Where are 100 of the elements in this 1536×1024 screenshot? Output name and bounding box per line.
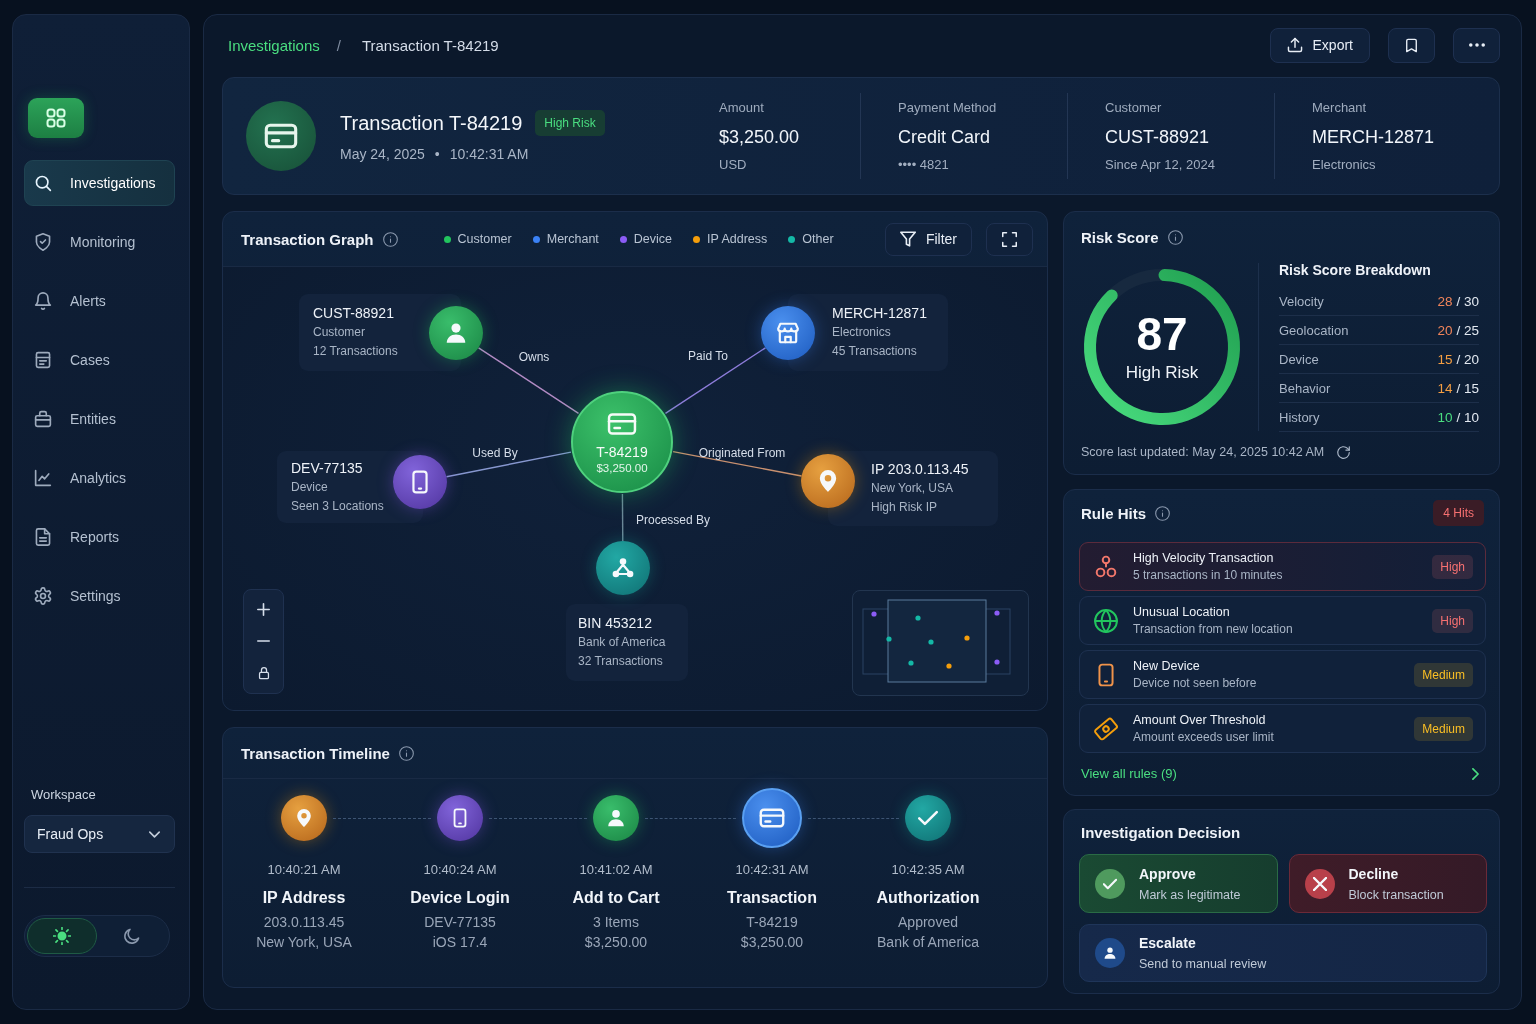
expand-button[interactable] xyxy=(986,222,1033,256)
node-detail: Device xyxy=(291,478,329,496)
breakdown-max: / 15 xyxy=(1456,380,1479,396)
approve-button[interactable]: Approve Mark as legitimate xyxy=(1079,854,1278,913)
transaction-time: 10:42:31 AM xyxy=(449,146,529,162)
escalate-button[interactable]: Escalate Send to manual review xyxy=(1079,924,1487,982)
rule-hit-row[interactable]: Amount Over Threshold Amount exceeds user limit Medium xyxy=(1079,704,1486,753)
event-detail: 3 Items xyxy=(593,913,639,932)
node-detail: New York, USA xyxy=(871,480,955,497)
event-time: 10:40:21 AM xyxy=(267,861,341,879)
event-detail: New York, USA xyxy=(256,933,352,952)
edge-label: Paid To xyxy=(688,349,728,363)
breakdown-score: 14 xyxy=(1437,380,1453,396)
nav-item[interactable]: Settings xyxy=(24,573,175,619)
event-title: Authorization xyxy=(876,888,980,908)
bookmark-button[interactable] xyxy=(1388,27,1435,63)
field-label: Customer xyxy=(1105,98,1163,117)
settings-icon xyxy=(34,587,52,605)
panel-title: Transaction Graph xyxy=(241,230,374,248)
rule-title: Unusual Location xyxy=(1133,605,1231,619)
nav-item[interactable]: Cases xyxy=(24,337,175,383)
field-value: MERCH-12871 xyxy=(1312,125,1436,149)
rule-title: High Velocity Transaction xyxy=(1133,551,1275,565)
more-button[interactable] xyxy=(1453,27,1500,63)
panel-title: Transaction Timeline xyxy=(241,744,390,762)
rule-hit-row[interactable]: Unusual Location Transaction from new location High xyxy=(1079,596,1486,645)
map-pin-icon[interactable] xyxy=(801,454,855,508)
legend-label: IP Address xyxy=(707,232,768,246)
phone-icon[interactable] xyxy=(393,455,447,509)
field-detail: Since Apr 12, 2024 xyxy=(1105,155,1216,174)
node-title: IP 203.0.113.45 xyxy=(871,460,970,479)
field-value: Credit Card xyxy=(898,125,992,149)
event-time: 10:41:02 AM xyxy=(579,861,653,879)
minus-icon xyxy=(257,640,270,643)
event-detail: $3,250.00 xyxy=(740,933,804,952)
node-title: CUST-88921 xyxy=(313,304,395,323)
breakdown-max: / 25 xyxy=(1456,322,1479,338)
decline-button[interactable]: Decline Block transaction xyxy=(1288,854,1487,913)
rule-hit-row[interactable]: High Velocity Transaction 5 transactions in 10 minutes High xyxy=(1079,542,1486,591)
document-icon xyxy=(34,528,52,546)
bell-icon xyxy=(34,292,52,310)
breakdown-label: Behavior xyxy=(1279,380,1331,396)
breakdown-max: / 20 xyxy=(1456,351,1479,367)
route-icon xyxy=(1094,554,1118,579)
event-detail: T-84219 xyxy=(746,913,798,932)
breakdown-title: Risk Score Breakdown xyxy=(1279,262,1432,278)
workspace-select[interactable]: Fraud Ops xyxy=(24,815,175,853)
export-button[interactable]: Export xyxy=(1269,27,1370,63)
event-detail: Bank of America xyxy=(877,933,979,952)
rule-detail: 5 transactions in 10 minutes xyxy=(1133,568,1283,582)
file-list-icon xyxy=(34,351,52,369)
risk-level-label: High Risk xyxy=(1125,363,1199,383)
light-mode-button[interactable] xyxy=(27,918,97,954)
score-value: 87 xyxy=(1136,311,1188,357)
rule-detail: Amount exceeds user limit xyxy=(1133,730,1274,744)
breakdown-max: / 30 xyxy=(1456,293,1479,309)
field-detail: •••• 4821 xyxy=(898,155,950,174)
field-label: Merchant xyxy=(1312,98,1368,117)
breakdown-score: 15 xyxy=(1437,351,1453,367)
node-detail: High Risk IP xyxy=(871,499,939,516)
event-title: IP Address xyxy=(262,888,346,908)
event-detail: 203.0.113.45 xyxy=(263,913,345,932)
nav-item[interactable]: Analytics xyxy=(24,455,175,501)
node-detail: Customer xyxy=(313,324,366,341)
banknote-icon xyxy=(1094,716,1118,741)
field-detail: USD xyxy=(719,155,748,174)
node-detail: 45 Transactions xyxy=(832,343,918,360)
nav-item[interactable]: Reports xyxy=(24,514,175,560)
event-title: Device Login xyxy=(410,888,510,908)
info-icon xyxy=(382,231,398,247)
nav-item[interactable]: Investigations xyxy=(24,160,175,206)
node-amount: $3,250.00 xyxy=(596,460,648,476)
network-icon[interactable] xyxy=(596,541,650,595)
breadcrumb-link[interactable]: Investigations xyxy=(228,36,320,54)
lock-icon xyxy=(256,666,271,681)
node-title: BIN 453212 xyxy=(578,614,653,633)
check-icon xyxy=(1095,868,1125,899)
score-updated-text: Score last updated: May 24, 2025 10:42 AM xyxy=(1081,444,1325,461)
node-title: DEV-77135 xyxy=(291,458,364,478)
event-time: 10:42:35 AM xyxy=(891,861,965,879)
event-detail: iOS 17.4 xyxy=(432,933,488,952)
panel-title: Risk Score xyxy=(1081,228,1159,246)
rule-hit-row[interactable]: New Device Device not seen before Medium xyxy=(1079,650,1486,699)
severity-label: Medium xyxy=(1422,667,1465,682)
node-title: T-84219 xyxy=(596,443,648,461)
view-all-rules-link[interactable]: View all rules (9) xyxy=(1081,766,1177,781)
node-detail: Bank of America xyxy=(578,634,667,651)
moon-icon xyxy=(123,927,141,945)
nav-item[interactable]: Alerts xyxy=(24,278,175,324)
store-icon[interactable] xyxy=(761,306,815,360)
filter-button[interactable]: Filter xyxy=(884,222,972,256)
nav-item[interactable]: Monitoring xyxy=(24,219,175,265)
nav-item[interactable]: Entities xyxy=(24,396,175,442)
risk-badge: High Risk xyxy=(535,110,605,136)
severity-label: High xyxy=(1440,559,1465,574)
event-time: 10:42:31 AM xyxy=(735,861,809,879)
event-title: Transaction xyxy=(727,888,817,908)
info-icon xyxy=(1155,505,1170,521)
user-icon xyxy=(1095,938,1125,968)
rule-title: Amount Over Threshold xyxy=(1133,713,1267,727)
